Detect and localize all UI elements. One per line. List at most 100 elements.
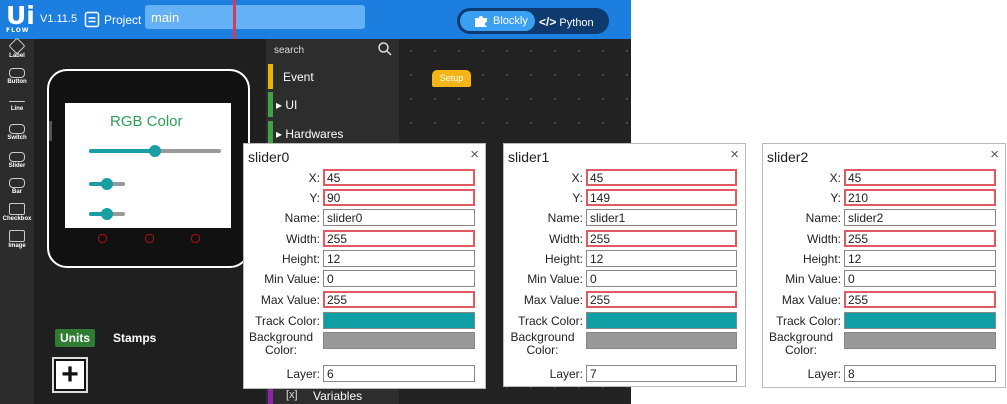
prop-label-y: Y:: [572, 191, 583, 205]
min-value-field[interactable]: [844, 270, 996, 287]
background-color-swatch[interactable]: [323, 332, 475, 349]
prop-label-line: Color:: [784, 343, 817, 357]
rail-item-label[interactable]: Label: [0, 37, 34, 59]
prop-label-name: Name:: [805, 211, 841, 225]
prop-label-width: Width:: [806, 232, 841, 246]
prop-row-background-color: Background Color:: [763, 330, 1005, 357]
height-field[interactable]: [844, 250, 996, 267]
min-value-field[interactable]: [586, 270, 737, 287]
rail-item-slider[interactable]: Slider: [0, 152, 34, 169]
rail-label: Switch: [7, 135, 27, 141]
project-label[interactable]: Project: [104, 13, 141, 27]
rail-item-bar[interactable]: Bar: [0, 178, 34, 195]
bar-icon: [9, 178, 25, 188]
prop-label-name: Name:: [284, 211, 320, 225]
name-field[interactable]: [844, 209, 996, 226]
palette-category-ui[interactable]: ▸ UI: [268, 92, 396, 117]
python-mode-button[interactable]: </> Python: [539, 15, 594, 29]
prop-row-track-color: Track Color:: [504, 312, 745, 329]
width-field[interactable]: [586, 230, 737, 247]
x-field[interactable]: [323, 169, 475, 186]
prop-label-min-value: Min Value:: [527, 272, 583, 286]
tab-stamps[interactable]: Stamps: [113, 331, 156, 345]
background-color-swatch[interactable]: [844, 332, 996, 349]
y-field[interactable]: [586, 189, 737, 206]
prop-row-height: Height:: [244, 250, 485, 267]
prop-row-min-value: Min Value:: [504, 270, 745, 287]
width-field[interactable]: [323, 230, 475, 247]
layer-field[interactable]: [586, 365, 737, 382]
background-color-swatch[interactable]: [586, 332, 737, 349]
rail-label: Line: [10, 106, 24, 112]
prop-label-x: X:: [308, 171, 320, 185]
max-value-field[interactable]: [844, 291, 996, 308]
prop-label-line: Color:: [264, 343, 297, 357]
close-icon[interactable]: ×: [990, 146, 999, 163]
rail-item-image[interactable]: Image: [0, 230, 34, 249]
add-unit-button[interactable]: +: [52, 357, 88, 393]
height-field[interactable]: [586, 250, 737, 267]
device-button-c[interactable]: [191, 234, 200, 243]
prop-row-height: Height:: [504, 250, 745, 267]
prop-row-name: Name:: [763, 209, 1005, 226]
project-name-input[interactable]: [145, 5, 365, 29]
prop-label-line: Background: [768, 330, 834, 344]
palette-category-event[interactable]: Event: [268, 64, 396, 89]
prop-label-width: Width:: [548, 232, 583, 246]
height-field[interactable]: [323, 250, 475, 267]
prop-row-x: X:: [763, 169, 1005, 186]
mode-toggle[interactable]: Blockly </> Python: [457, 8, 609, 34]
rail-item-checkbox[interactable]: Checkbox: [0, 203, 34, 222]
y-field[interactable]: [844, 189, 996, 206]
prop-label-line: Background: [248, 330, 314, 344]
name-field[interactable]: [323, 209, 475, 226]
track-color-swatch[interactable]: [844, 312, 996, 329]
palette-category-variables[interactable]: Variables: [313, 389, 362, 403]
rail-item-line[interactable]: Line: [0, 96, 34, 112]
prop-row-x: X:: [244, 169, 485, 186]
screen-title-label[interactable]: RGB Color: [110, 113, 183, 130]
plus-icon: +: [61, 358, 79, 391]
prop-label-max-value: Max Value:: [260, 293, 320, 307]
width-field[interactable]: [844, 230, 996, 247]
min-value-field[interactable]: [323, 270, 475, 287]
x-field[interactable]: [844, 169, 996, 186]
name-field[interactable]: [586, 209, 737, 226]
rail-item-switch[interactable]: Switch: [0, 124, 34, 141]
prop-label-height: Height:: [281, 252, 320, 266]
slider1-knob[interactable]: [101, 178, 113, 190]
slider2-properties-panel: slider2 × X: Y: Name: Width: Height: Min Value:…: [762, 143, 1006, 388]
device-button-b[interactable]: [145, 234, 154, 243]
blockly-mode-button[interactable]: Blockly: [460, 11, 535, 31]
prop-label-background-color: Background Color:: [504, 331, 581, 357]
device-button-a[interactable]: [98, 234, 107, 243]
slider2-knob[interactable]: [101, 208, 113, 220]
prop-row-width: Width:: [244, 230, 485, 247]
y-field[interactable]: [323, 189, 475, 206]
prop-label-x: X:: [571, 171, 583, 185]
prop-label-min-value: Min Value:: [785, 272, 841, 286]
slider1-properties-panel: slider1 × X: Y: Name: Width: Height: Min Value:…: [503, 143, 746, 387]
prop-label-track-color: Track Color:: [518, 314, 583, 328]
blockly-label: Blockly: [493, 15, 528, 27]
label-icon: [8, 37, 26, 55]
prop-label-max-value: Max Value:: [523, 293, 583, 307]
close-icon[interactable]: ×: [470, 146, 479, 163]
panel-title: slider2: [767, 149, 809, 165]
x-field[interactable]: [586, 169, 737, 186]
track-color-swatch[interactable]: [323, 312, 475, 329]
layer-field[interactable]: [844, 365, 996, 382]
layer-field[interactable]: [323, 365, 475, 382]
max-value-field[interactable]: [586, 291, 737, 308]
track-color-swatch[interactable]: [586, 312, 737, 329]
palette-search-input[interactable]: search: [274, 45, 304, 56]
rail-item-button[interactable]: Button: [0, 68, 34, 85]
max-value-field[interactable]: [323, 291, 475, 308]
prop-label-width: Width:: [285, 232, 320, 246]
search-icon[interactable]: [378, 42, 392, 56]
project-file-icon[interactable]: [84, 11, 100, 28]
slider0-knob[interactable]: [149, 145, 161, 157]
setup-block[interactable]: Setup: [432, 70, 471, 87]
close-icon[interactable]: ×: [730, 146, 739, 163]
tab-units[interactable]: Units: [55, 329, 95, 347]
